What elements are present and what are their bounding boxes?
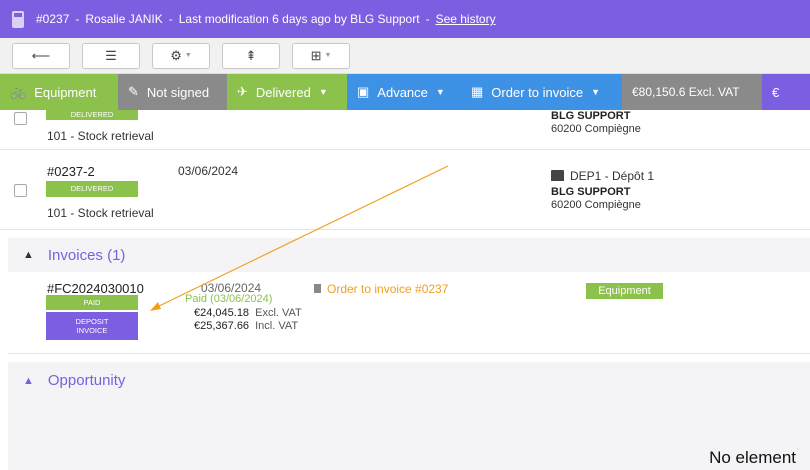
equipment-button[interactable]: 🚲 Equipment xyxy=(0,74,118,110)
back-arrow-icon: ⟵ xyxy=(31,47,51,63)
title-separator: - xyxy=(425,12,430,26)
title-bar: #0237 - Rosalie JANIK - Last modificatio… xyxy=(0,0,810,38)
empty-state-text: No element xyxy=(709,448,796,467)
action-bar: 🚲 Equipment ✎ Not signed ✈ Delivered ▼ ▣… xyxy=(0,74,810,110)
delivered-button[interactable]: ✈ Delivered ▼ xyxy=(227,74,347,110)
warehouse-icon xyxy=(551,170,564,181)
list-button[interactable]: ☰ xyxy=(82,42,140,69)
order-link-label: Order to invoice #0237 xyxy=(327,282,449,296)
order-to-invoice-button[interactable]: ▦ Order to invoice ▼ xyxy=(461,74,622,110)
company-city: 60200 Compiègne xyxy=(551,123,641,135)
delivery-type: 101 - Stock retrieval xyxy=(47,206,154,220)
document-icon xyxy=(314,284,321,293)
row-checkbox[interactable] xyxy=(14,112,27,125)
invoices-section-header[interactable]: ▲ Invoices (1) xyxy=(8,238,810,272)
calculator-icon: ▦ xyxy=(471,84,484,99)
bicycle-icon: 🚲 xyxy=(10,84,27,99)
order-number: #0237 xyxy=(36,12,70,26)
invoices-section-title: Invoices (1) xyxy=(47,246,126,264)
upload-button[interactable]: ⇞ xyxy=(222,42,280,69)
opportunity-body xyxy=(8,399,810,470)
chevron-down-icon: ▼ xyxy=(591,87,600,97)
category-badge: Equipment xyxy=(586,283,663,299)
customer-name: Rosalie JANIK xyxy=(85,12,163,26)
paid-date-text: Paid (03/06/2024) xyxy=(185,293,273,305)
advance-button[interactable]: ▣ Advance ▼ xyxy=(347,74,461,110)
deposit-invoice-badge: DEPOSIT INVOICE xyxy=(46,312,138,340)
not-signed-label: Not signed xyxy=(146,84,210,100)
back-button[interactable]: ⟵ xyxy=(12,42,70,69)
company-city: 60200 Compiègne xyxy=(551,199,641,211)
delivery-row: #0237-2 03/06/2024 DELIVERED 101 - Stock… xyxy=(0,150,810,230)
calculator-icon xyxy=(12,10,24,28)
chevron-down-icon: ▼ xyxy=(318,87,328,97)
split-button[interactable]: ⊞ ▼ xyxy=(292,42,350,69)
title-separator: - xyxy=(168,12,173,26)
advance-icon: ▣ xyxy=(357,84,370,99)
see-history-link[interactable]: See history xyxy=(436,12,496,26)
price-display: €80,150.6 Excl. VAT xyxy=(622,74,762,110)
delivery-number[interactable]: #0237-2 xyxy=(47,164,95,179)
upload-top-icon: ⇞ xyxy=(245,47,257,63)
edit-icon: ✎ xyxy=(128,84,139,99)
amount-incl: €25,367.66 Incl. VAT xyxy=(194,320,298,332)
delivery-date: 03/06/2024 xyxy=(178,164,239,178)
depot-name: DEP1 - Dépôt 1 xyxy=(570,169,655,183)
advance-label: Advance xyxy=(377,84,428,100)
delivered-badge: DELIVERED xyxy=(46,181,138,197)
delivery-type: 101 - Stock retrieval xyxy=(47,129,154,143)
opportunity-section-header[interactable]: ▲ Opportunity xyxy=(8,362,810,399)
delivery-row: DELIVERED 101 - Stock retrieval BLG SUPP… xyxy=(0,110,810,150)
amount-excl-value: €24,045.18 xyxy=(194,307,250,319)
currency-button[interactable]: € xyxy=(762,74,810,110)
euro-icon: € xyxy=(772,84,780,100)
not-signed-button[interactable]: ✎ Not signed xyxy=(118,74,227,110)
invoice-row: #FC2024030010 03/06/2024 PAID DEPOSIT IN… xyxy=(8,272,810,354)
order-to-invoice-label: Order to invoice xyxy=(491,84,584,100)
chevron-down-icon: ▼ xyxy=(435,87,445,97)
invoice-number[interactable]: #FC2024030010 xyxy=(47,281,144,296)
paid-badge: PAID xyxy=(46,295,138,310)
company-name: BLG SUPPORT xyxy=(551,110,631,122)
amount-excl-label: Excl. VAT xyxy=(255,307,302,319)
row-checkbox[interactable] xyxy=(14,184,27,197)
chevron-down-icon: ▼ xyxy=(184,52,192,59)
collapse-triangle-icon: ▲ xyxy=(23,374,34,387)
company-name: BLG SUPPORT xyxy=(551,186,631,198)
depot-label: DEP1 - Dépôt 1 xyxy=(551,169,654,183)
delivered-label: Delivered xyxy=(255,84,311,100)
collapse-triangle-icon: ▲ xyxy=(23,249,34,261)
order-link[interactable]: Order to invoice #0237 xyxy=(314,282,448,296)
delivery-icon: ✈ xyxy=(237,84,248,99)
amount-incl-value: €25,367.66 xyxy=(194,320,250,332)
document-settings-icon: ⚙ xyxy=(170,47,182,63)
opportunity-section-title: Opportunity xyxy=(47,372,126,389)
price-label: €80,150.6 Excl. VAT xyxy=(632,85,740,99)
amount-excl: €24,045.18 Excl. VAT xyxy=(194,307,302,319)
toolbar: ⟵ ☰ ⚙ ▼ ⇞ ⊞ ▼ xyxy=(0,38,810,74)
list-icon: ☰ xyxy=(105,47,117,63)
document-settings-button[interactable]: ⚙ ▼ xyxy=(152,42,210,69)
split-icon: ⊞ xyxy=(310,47,322,63)
title-separator: - xyxy=(75,12,80,26)
delivered-badge: DELIVERED xyxy=(46,110,138,120)
amount-incl-label: Incl. VAT xyxy=(255,320,299,332)
chevron-down-icon: ▼ xyxy=(324,52,332,59)
equipment-label: Equipment xyxy=(34,84,97,100)
last-modification: Last modification 6 days ago by BLG Supp… xyxy=(178,12,420,26)
